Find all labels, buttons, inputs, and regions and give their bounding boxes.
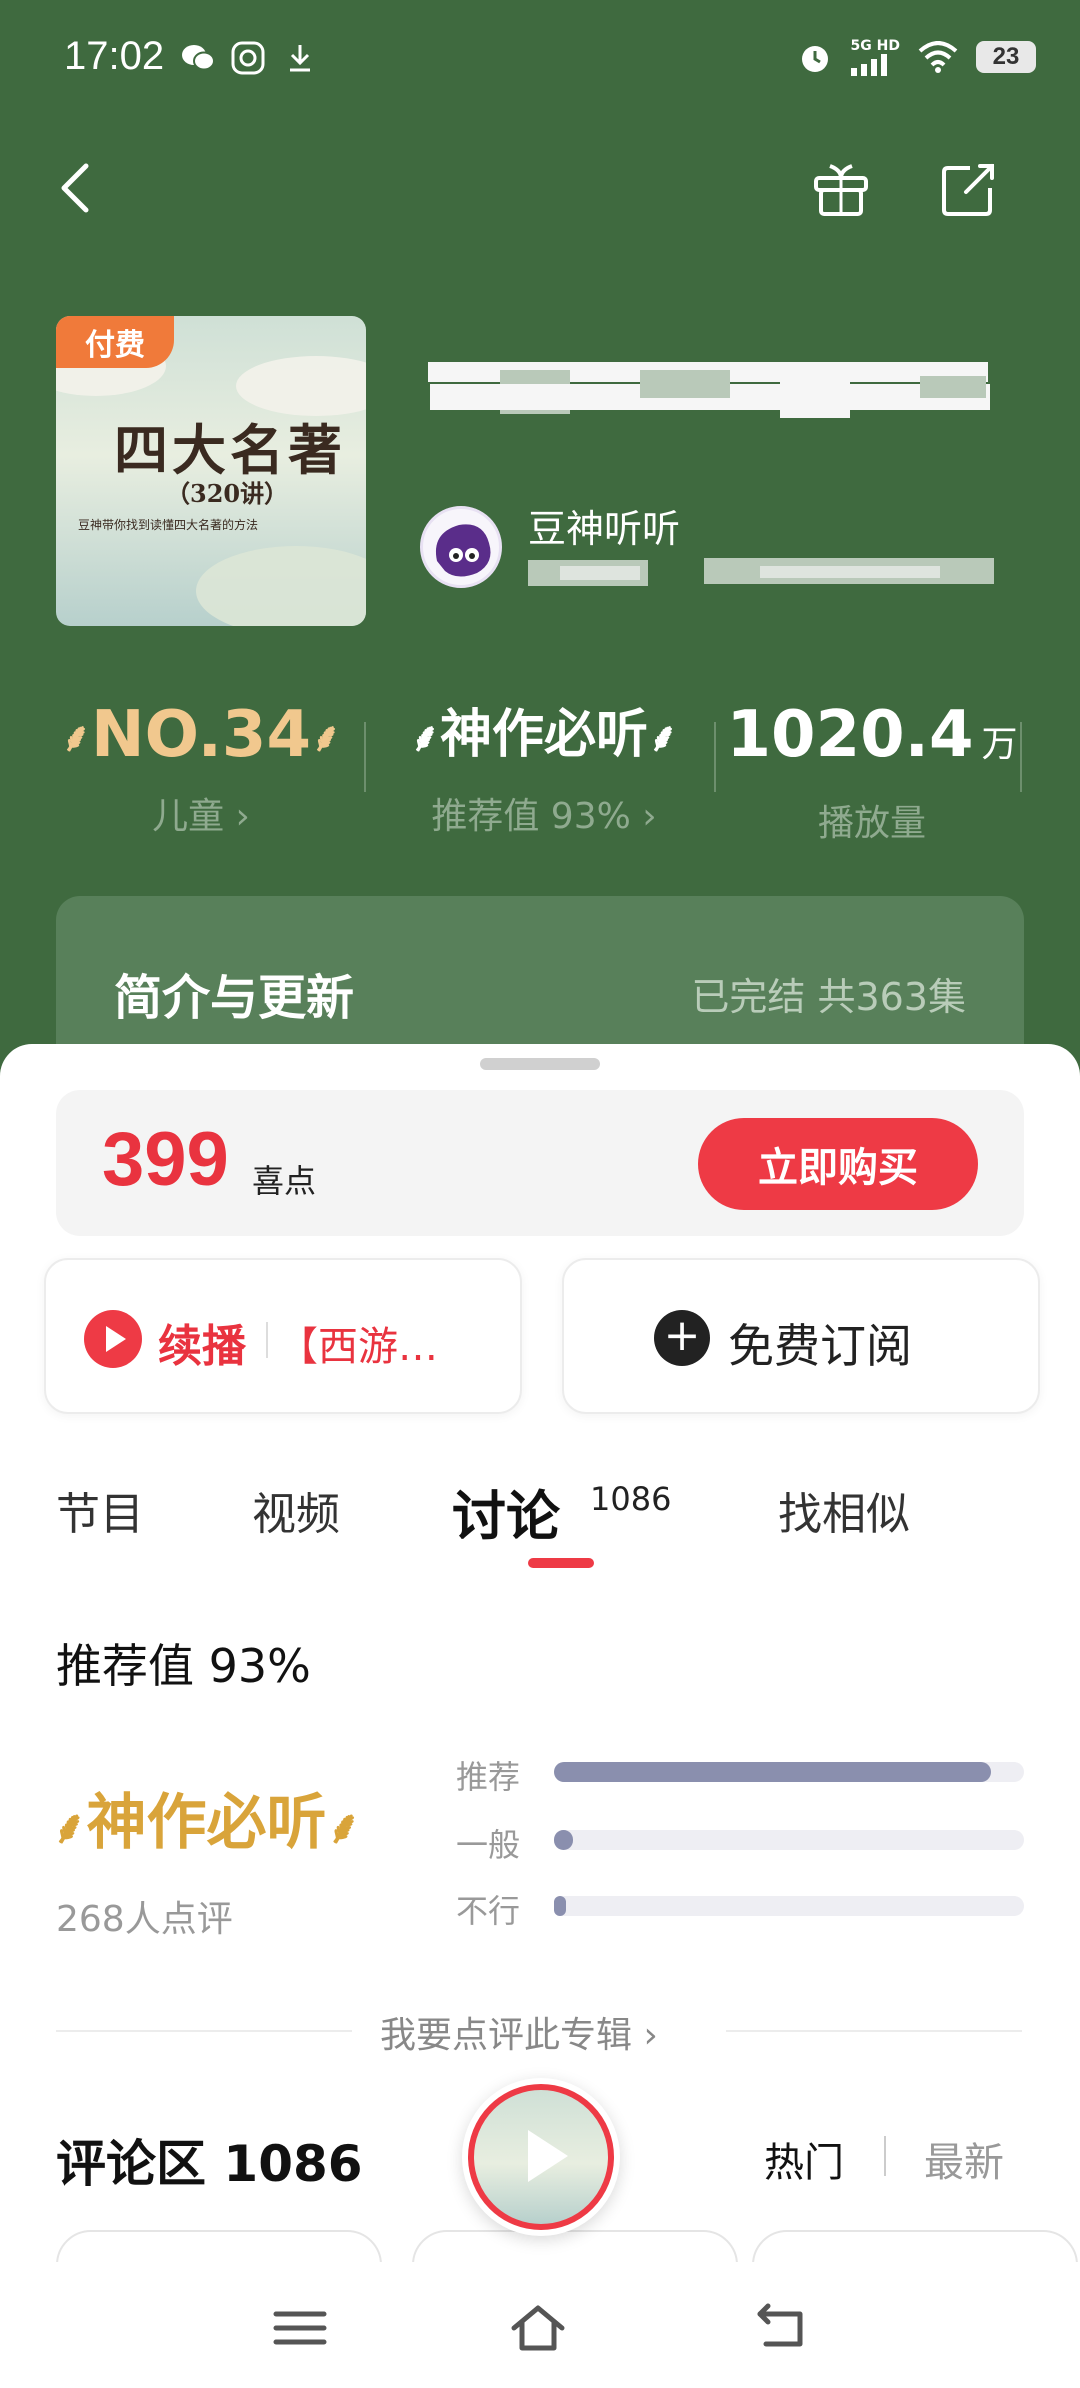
- sort-hot[interactable]: 热门: [764, 2130, 844, 2188]
- rank-value: NO.34: [91, 698, 311, 772]
- subscribe-button[interactable]: + 免费订阅: [562, 1258, 1040, 1414]
- author-name[interactable]: 豆神听听: [528, 498, 680, 553]
- home-icon[interactable]: [508, 2298, 568, 2358]
- paid-badge: 付费: [56, 316, 174, 368]
- intro-status: 已完结 共363集: [691, 975, 966, 1019]
- laurel-right-icon: ⸙: [648, 715, 678, 761]
- comments-title: 评论区 1086: [56, 2135, 363, 2193]
- tab-programs[interactable]: 节目: [56, 1478, 144, 1542]
- resume-label: 续播: [158, 1321, 246, 1372]
- laurel-right-icon: ⸙: [310, 715, 341, 762]
- price-unit: 喜点: [252, 1162, 317, 1200]
- intro-title: 简介与更新: [114, 970, 355, 1026]
- cover-subtitle: （320讲）: [166, 479, 289, 508]
- status-right: 5G HD 23: [797, 38, 1036, 76]
- badge-label: 推荐值 93% ›: [431, 796, 657, 837]
- rating-badge: ⸙神作必听⸙: [52, 1774, 361, 1861]
- back-nav-icon[interactable]: [752, 2298, 812, 2358]
- plus-icon: +: [654, 1310, 710, 1366]
- divider: [56, 2030, 352, 2032]
- status-bar: 17:02 5G HD 23: [0, 0, 1080, 120]
- raters-count: 268人点评: [56, 1899, 233, 1940]
- author-avatar[interactable]: [420, 506, 502, 588]
- sort-divider: [884, 2136, 886, 2176]
- gift-icon[interactable]: [810, 158, 872, 220]
- tab-videos[interactable]: 视频: [252, 1478, 340, 1542]
- battery-indicator: 23: [976, 41, 1036, 73]
- bottom-sheet: 399 喜点 立即购买 续播 【西游… + 免费订阅 节目 视频 讨论 1086…: [0, 1044, 1080, 2388]
- resume-episode: 【西游…: [278, 1324, 438, 1370]
- resume-divider: [266, 1322, 268, 1358]
- tab-similar[interactable]: 找相似: [778, 1478, 910, 1542]
- rating-badge-text: 神作必听: [86, 1788, 327, 1858]
- divider: [726, 2030, 1022, 2032]
- active-tab-indicator: [528, 1558, 594, 1568]
- bar-track-average: [554, 1830, 1024, 1850]
- cover-tagline: 豆神带你找到读懂四大名著的方法: [78, 518, 259, 532]
- bar-label-bad: 不行: [456, 1892, 521, 1930]
- play-icon: [84, 1310, 142, 1368]
- plays-value: 1020.4: [726, 698, 974, 772]
- bar-fill-bad: [554, 1896, 566, 1916]
- download-icon: [282, 40, 318, 76]
- bar-fill-average: [554, 1830, 573, 1850]
- price-value: 399: [102, 1117, 229, 1202]
- recommend-title: 推荐值 93%: [56, 1639, 311, 1693]
- plays-unit: 万: [981, 724, 1018, 765]
- subscribe-label: 免费订阅: [728, 1319, 912, 1373]
- tab-discussion[interactable]: 讨论: [452, 1472, 560, 1551]
- bar-label-recommend: 推荐: [456, 1758, 521, 1796]
- menu-icon[interactable]: [270, 2298, 330, 2358]
- rank-label: 儿童 ›: [152, 796, 250, 838]
- mini-player[interactable]: [462, 2078, 620, 2236]
- plays-stat: 1020.4 万 播放量: [722, 690, 1022, 846]
- wifi-icon: [918, 41, 958, 73]
- purchase-card: 399 喜点 立即购买: [56, 1090, 1024, 1236]
- play-icon: [528, 2130, 568, 2182]
- badge-stat[interactable]: ⸙神作必听⸙ 推荐值 93% ›: [384, 690, 704, 839]
- buy-now-button[interactable]: 立即购买: [698, 1118, 978, 1210]
- laurel-left-icon: ⸙: [61, 715, 92, 762]
- resume-play-button[interactable]: 续播 【西游…: [44, 1258, 522, 1414]
- write-review-link[interactable]: 我要点评此专辑 ›: [380, 2006, 658, 2058]
- status-time: 17:02: [64, 34, 165, 78]
- discussion-count: 1086: [590, 1480, 672, 1518]
- stat-divider: [364, 722, 366, 792]
- laurel-right-icon: ⸙: [326, 1800, 362, 1854]
- stat-divider: [714, 722, 716, 792]
- signal-icon: [850, 54, 887, 76]
- wechat-icon: [180, 40, 216, 76]
- laurel-left-icon: ⸙: [409, 715, 440, 761]
- bar-track-bad: [554, 1896, 1024, 1916]
- bar-track-recommend: [554, 1762, 1024, 1782]
- badge-value: 神作必听: [439, 705, 648, 765]
- network-label: 5G HD: [850, 38, 900, 76]
- rank-stat[interactable]: ⸙NO.34⸙ 儿童 ›: [56, 690, 346, 839]
- bar-label-average: 一般: [456, 1826, 521, 1864]
- bar-fill-recommend: [554, 1762, 992, 1782]
- chevron-left-icon[interactable]: [52, 158, 102, 218]
- app-icon: [230, 40, 266, 76]
- album-cover[interactable]: 付费 四大名著 （320讲） 豆神带你找到读懂四大名著的方法: [56, 316, 366, 626]
- system-nav-bar: [0, 2262, 1080, 2388]
- laurel-left-icon: ⸙: [52, 1800, 87, 1854]
- sheet-drag-handle[interactable]: [480, 1058, 600, 1070]
- share-icon[interactable]: [936, 158, 998, 220]
- plays-label: 播放量: [817, 803, 926, 844]
- sort-newest[interactable]: 最新: [924, 2130, 1004, 2188]
- alarm-icon: [801, 46, 828, 72]
